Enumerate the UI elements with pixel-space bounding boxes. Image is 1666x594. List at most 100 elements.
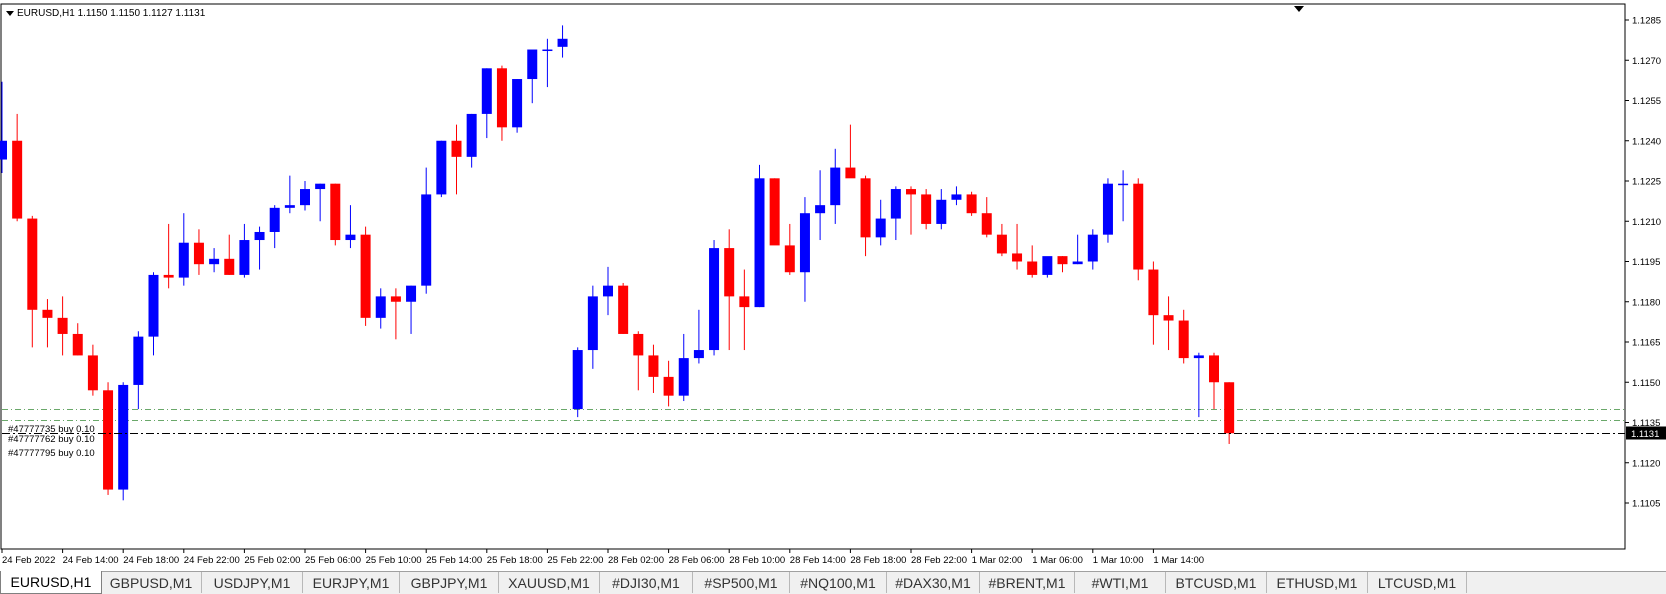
candle-body [1027,261,1038,275]
symbol-info-line: EURUSD,H1 1.1150 1.1150 1.1127 1.1131 [6,8,205,19]
candle-body [1102,183,1113,235]
candle-body [269,207,280,232]
tab-sp500-m1[interactable]: #SP500,M1 [693,572,790,593]
candle-body [345,234,356,241]
tab-ltcusd-m1[interactable]: LTCUSD,M1 [1368,572,1467,593]
x-tick-label: 24 Feb 14:00 [63,555,119,566]
dropdown-triangle-icon[interactable] [6,10,14,16]
tab-dax30-m1[interactable]: #DAX30,M1 [887,572,980,593]
candle-body [512,79,523,128]
tab-brent-m1[interactable]: #BRENT,M1 [980,572,1075,593]
tab-dji30-m1[interactable]: #DJI30,M1 [600,572,693,593]
x-tick-label: 24 Feb 22:00 [184,555,240,566]
tab-xauusd-m1[interactable]: XAUUSD,M1 [499,572,600,593]
candle-body [284,205,295,208]
candle-body [996,234,1007,254]
candle-body [663,376,674,396]
candle-body [330,183,341,241]
y-tick-label: 1.1105 [1632,499,1660,510]
tab-wti-m1[interactable]: #WTI,M1 [1075,572,1166,593]
x-tick-label: 25 Feb 06:00 [305,555,361,566]
candle-body [1163,315,1174,321]
y-tick-label: 1.1120 [1632,458,1660,469]
candle-body [572,350,583,410]
candle-body [1072,261,1083,265]
tab-nq100-m1[interactable]: #NQ100,M1 [790,572,887,593]
tab-usdjpy-m1[interactable]: USDJPY,M1 [202,572,303,593]
candle-body [724,248,735,297]
candle-body [224,258,235,275]
candle-body [1087,234,1098,262]
candle-body [300,189,310,206]
candle-body [1148,269,1159,316]
candle-body [390,296,401,302]
candle-body [148,274,159,337]
candle-body [496,68,507,128]
candle-body [678,358,689,396]
tab-ethusd-m1[interactable]: ETHUSD,M1 [1267,572,1368,593]
y-tick-label: 1.1210 [1632,217,1661,228]
tab-eurjpy-m1[interactable]: EURJPY,M1 [303,572,400,593]
candle-body [981,213,992,235]
chart-shift-marker-icon[interactable] [1294,6,1304,12]
y-tick-label: 1.1225 [1632,177,1661,188]
tab-gbpusd-m1[interactable]: GBPUSD,M1 [101,572,202,593]
candle-body [875,218,886,238]
x-tick-label: 28 Feb 10:00 [729,555,785,566]
candle-body [193,242,204,265]
candle-body [845,167,856,179]
candle-body [557,38,568,47]
y-tick-label: 1.1150 [1632,378,1660,389]
y-tick-label: 1.1240 [1632,136,1661,147]
x-tick-label: 25 Feb 10:00 [366,555,422,566]
x-tick-label: 24 Feb 2022 [2,555,55,566]
candle-body [603,285,613,297]
candle-body [451,140,462,157]
tab-gbpjpy-m1[interactable]: GBPJPY,M1 [400,572,499,593]
x-tick-label: 1 Mar 10:00 [1093,555,1144,566]
y-tick-label: 1.1285 [1632,16,1661,27]
x-tick-label: 24 Feb 18:00 [123,555,179,566]
y-tick-label: 1.1195 [1632,257,1660,268]
candle-body [542,49,553,52]
x-tick-label: 1 Mar 06:00 [1032,555,1083,566]
candle-body [754,178,765,308]
candle-body [1118,183,1129,186]
y-tick-label: 1.1255 [1632,96,1661,107]
candle-body [72,333,83,356]
candle-body [890,189,901,219]
y-tick-label: 1.1165 [1632,338,1660,349]
x-tick-label: 28 Feb 14:00 [790,555,846,566]
candle-body [648,355,659,377]
candle-body [784,245,795,273]
candle-body [769,178,780,246]
candle-body [618,285,629,334]
tab-btcusd-m1[interactable]: BTCUSD,M1 [1166,572,1267,593]
symbol-info-text: EURUSD,H1 1.1150 1.1150 1.1127 1.1131 [17,8,206,19]
x-tick-label: 25 Feb 14:00 [426,555,482,566]
chart-tabs-bar: EURUSD,H1 GBPUSD,M1 USDJPY,M1 EURJPY,M1 … [0,571,1666,594]
chart-plot[interactable]: 1.1285 1.1270 1.1255 1.1240 1.1225 1.1210 1.11… [0,0,1666,571]
candle-body [406,285,417,302]
candle-body [57,317,68,334]
candle-body [815,205,826,214]
candle-body [163,274,174,278]
candle-body [951,194,962,200]
x-tick-label: 28 Feb 02:00 [608,555,664,566]
tab-eurusd-h1[interactable]: EURUSD,H1 [0,571,102,594]
candle-body [103,390,114,490]
candle-body [799,213,810,273]
x-tick-label: 25 Feb 02:00 [244,555,300,566]
x-tick-label: 1 Mar 14:00 [1153,555,1204,566]
candle-body [178,242,189,278]
candle-body [1224,382,1235,434]
candle-body [527,49,538,80]
chart-window[interactable]: 1.1285 1.1270 1.1255 1.1240 1.1225 1.1210 1.11… [0,0,1666,594]
y-tick-label: 1.1180 [1632,297,1660,308]
order-label: #47777795 buy 0.10 [8,448,95,459]
candle-body [239,240,250,275]
candle-body [1209,355,1219,383]
candle-body [921,194,932,224]
candle-body [421,194,432,286]
candle-body [254,231,265,241]
